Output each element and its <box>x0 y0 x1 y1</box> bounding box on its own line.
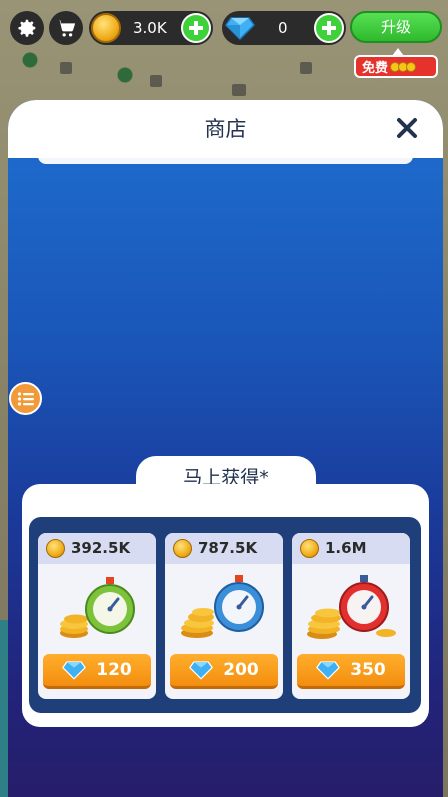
close-icon <box>397 118 417 138</box>
coin-amount: 3.0K <box>133 19 167 37</box>
add-coins-button[interactable] <box>181 13 211 43</box>
gear-icon <box>18 19 36 37</box>
add-gems-button[interactable] <box>314 13 344 43</box>
world-block <box>232 84 246 96</box>
gem-price: 350 <box>350 660 386 680</box>
settings-button[interactable] <box>10 11 44 45</box>
coin-icon <box>300 539 319 558</box>
cart-icon <box>56 19 76 37</box>
coin-balance: 3.0K <box>89 11 213 45</box>
coin-icon <box>91 13 121 43</box>
close-button[interactable] <box>392 113 422 143</box>
stopwatch-coins-icon <box>60 577 135 638</box>
world-block <box>150 75 162 87</box>
free-badge[interactable]: 免费 <box>354 48 438 78</box>
gem-price: 120 <box>96 660 132 680</box>
buy-button[interactable]: 200 <box>170 654 278 689</box>
list-icon <box>17 391 34 406</box>
stopwatch-coins-icon <box>181 575 264 638</box>
item-coin-amount: 392.5K <box>71 539 131 557</box>
buy-button[interactable]: 350 <box>297 654 405 689</box>
buy-button[interactable]: 120 <box>43 654 151 689</box>
coins-icon <box>390 61 417 72</box>
gem-balance: 0 <box>222 11 346 45</box>
shop-item[interactable]: 1.6M 350 <box>292 533 410 699</box>
free-label: 免费 <box>362 61 389 76</box>
gem-icon <box>316 661 341 680</box>
coin-icon <box>173 539 192 558</box>
upgrade-button[interactable]: 升级 <box>350 11 442 43</box>
plus-icon <box>189 21 203 35</box>
gem-icon <box>189 661 214 680</box>
stopwatch-coins-icon <box>307 575 396 639</box>
menu-button[interactable] <box>9 382 42 415</box>
gem-icon <box>62 661 87 680</box>
shop-title: 商店 <box>204 117 247 141</box>
item-coin-amount: 787.5K <box>198 539 258 557</box>
item-coin-amount: 1.6M <box>325 539 367 557</box>
shop-item[interactable]: 392.5K 120 <box>38 533 156 699</box>
gem-icon <box>225 17 255 40</box>
store-button[interactable] <box>49 11 83 45</box>
gem-price: 200 <box>223 660 259 680</box>
gem-amount: 0 <box>278 19 288 37</box>
shop-item[interactable]: 787.5K 200 <box>165 533 283 699</box>
world-block <box>300 62 312 74</box>
plus-icon <box>322 21 336 35</box>
coin-icon <box>46 539 65 558</box>
world-block <box>60 62 72 74</box>
